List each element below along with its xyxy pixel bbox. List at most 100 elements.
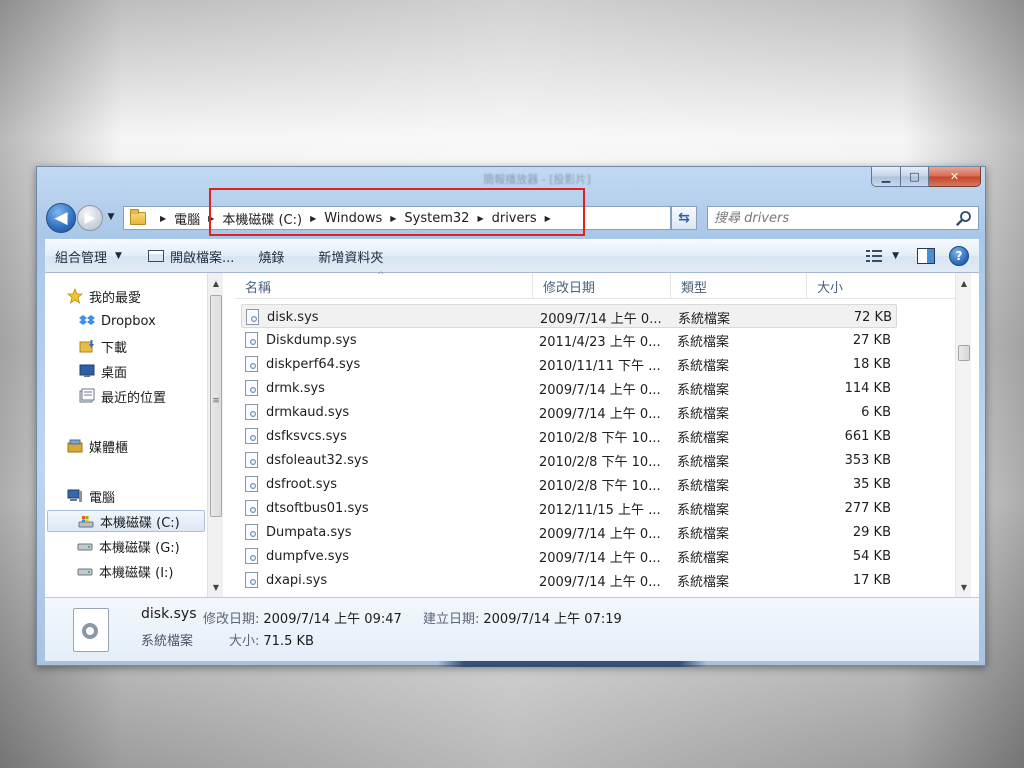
dropbox-icon: [79, 315, 95, 325]
scroll-up-icon[interactable]: ▲: [956, 275, 972, 291]
maximize-button[interactable]: □: [901, 167, 929, 187]
navigation-scrollbar[interactable]: ▲ ≡ ▼: [207, 273, 223, 597]
nav-item-favorites[interactable]: 我的最愛: [45, 285, 205, 307]
system-file-icon: [245, 428, 258, 444]
burn-button[interactable]: 燒錄: [248, 243, 294, 269]
file-row[interactable]: dsfksvcs.sys 2010/2/8 下午 10... 系統檔案 661 KB: [241, 424, 897, 448]
file-name: Dumpata.sys: [266, 524, 352, 540]
file-row[interactable]: drmkaud.sys 2009/7/14 上午 0... 系統檔案 6 KB: [241, 400, 897, 424]
nav-item-computer[interactable]: 電腦: [45, 485, 205, 507]
search-input[interactable]: [714, 210, 954, 226]
close-button[interactable]: ✕: [929, 167, 981, 187]
file-name: dtsoftbus01.sys: [266, 500, 369, 516]
file-row[interactable]: Dumpata.sys 2009/7/14 上午 0... 系統檔案 29 KB: [241, 520, 897, 544]
file-name-cell: Dumpata.sys: [245, 520, 535, 544]
system-file-icon: [245, 452, 258, 468]
organize-button[interactable]: 組合管理 ▼: [45, 243, 132, 269]
details-modified-label: 修改日期:: [203, 612, 260, 627]
file-name: Diskdump.sys: [266, 332, 357, 348]
explorer-window: 簡報播放器 - [投影片] ▁ □ ✕ ◀ ▶ ▼ ▶ 電腦 ▶ 本機磁碟 (C…: [36, 166, 986, 667]
window-bottom-glow: [437, 661, 707, 667]
system-file-icon: [73, 608, 109, 652]
column-header-type[interactable]: 類型: [671, 273, 807, 299]
file-name: dumpfve.sys: [266, 548, 350, 564]
open-file-button[interactable]: 開啟檔案...: [138, 243, 244, 269]
nav-item-recent-places[interactable]: 最近的位置: [45, 385, 205, 407]
navigation-scroll-thumb[interactable]: ≡: [210, 295, 222, 517]
search-box: [707, 206, 979, 230]
address-bar[interactable]: ▶ 電腦 ▶ 本機磁碟 (C:) ▶ Windows ▶ System32 ▶ …: [123, 206, 736, 230]
file-row[interactable]: disk.sys 2009/7/14 上午 0... 系統檔案 72 KB: [241, 304, 897, 328]
nav-item-desktop[interactable]: 桌面: [45, 360, 205, 382]
file-row[interactable]: dsfroot.sys 2010/2/8 下午 10... 系統檔案 35 KB: [241, 472, 897, 496]
file-row[interactable]: dumpfve.sys 2009/7/14 上午 0... 系統檔案 54 KB: [241, 544, 897, 568]
breadcrumb-separator-icon[interactable]: ▶: [310, 214, 316, 223]
file-name: diskperf64.sys: [266, 356, 361, 372]
nav-item-label: 電腦: [89, 490, 116, 506]
forward-button[interactable]: ▶: [77, 205, 103, 231]
breadcrumb-separator-icon[interactable]: ▶: [390, 214, 396, 223]
recent-pages-dropdown[interactable]: ▼: [105, 211, 117, 223]
nav-item-label: 我的最愛: [89, 290, 142, 306]
system-file-icon: [245, 476, 258, 492]
scroll-down-icon[interactable]: ▼: [208, 579, 224, 595]
system-drive-icon: [78, 516, 94, 528]
refresh-button[interactable]: ⇆: [671, 206, 697, 230]
recent-places-icon: [79, 388, 95, 403]
command-bar: 組合管理 ▼ 開啟檔案... 燒錄 新增資料夾 ▼ ?: [45, 239, 979, 273]
column-header-modified[interactable]: 修改日期: [533, 273, 671, 299]
details-created-label: 建立日期:: [423, 612, 480, 627]
column-header-label: 修改日期: [543, 280, 596, 296]
breadcrumb-separator-icon[interactable]: ▶: [160, 214, 166, 223]
breadcrumb-separator-icon[interactable]: ▶: [208, 214, 214, 223]
breadcrumb-windows[interactable]: Windows: [324, 211, 382, 226]
change-view-button[interactable]: ▼: [862, 243, 903, 269]
file-name-cell: diskperf64.sys: [245, 352, 535, 376]
file-type: 系統檔案: [677, 478, 730, 494]
column-header-label: 名稱: [245, 280, 272, 296]
chevron-down-icon: ▼: [115, 251, 122, 261]
search-icon[interactable]: [956, 210, 972, 226]
file-name-cell: dsfroot.sys: [245, 472, 535, 496]
preview-pane-icon[interactable]: [917, 248, 935, 264]
nav-item-label: Dropbox: [101, 313, 156, 329]
scroll-down-icon[interactable]: ▼: [956, 579, 972, 595]
nav-item-drive-i[interactable]: 本機磁碟 (I:): [45, 560, 205, 582]
file-size: 6 KB: [861, 404, 891, 420]
breadcrumb-separator-icon[interactable]: ▶: [545, 214, 551, 223]
scroll-up-icon[interactable]: ▲: [208, 275, 224, 291]
breadcrumb-system32[interactable]: System32: [404, 211, 469, 226]
back-button[interactable]: ◀: [46, 203, 76, 233]
nav-item-dropbox[interactable]: Dropbox: [45, 310, 205, 332]
file-size: 18 KB: [852, 356, 891, 372]
breadcrumb-separator-icon[interactable]: ▶: [477, 214, 483, 223]
file-name-cell: Diskdump.sys: [245, 328, 535, 352]
details-modified-value: 2009/7/14 上午 09:47: [263, 612, 402, 627]
help-icon[interactable]: ?: [949, 246, 969, 266]
breadcrumb-computer[interactable]: 電腦: [174, 209, 200, 228]
column-header-name[interactable]: 名稱 ^: [235, 271, 533, 299]
details-file-name: disk.sys: [141, 606, 197, 622]
nav-item-libraries[interactable]: 媒體櫃: [45, 435, 205, 457]
nav-item-label: 最近的位置: [101, 390, 167, 406]
nav-item-drive-g[interactable]: 本機磁碟 (G:): [45, 535, 205, 557]
file-name: drmkaud.sys: [266, 404, 350, 420]
file-type: 系統檔案: [677, 430, 730, 446]
file-row[interactable]: dxapi.sys 2009/7/14 上午 0... 系統檔案 17 KB: [241, 568, 897, 592]
file-row[interactable]: diskperf64.sys 2010/11/11 下午 ... 系統檔案 18 KB: [241, 352, 897, 376]
file-row[interactable]: Diskdump.sys 2011/4/23 上午 0... 系統檔案 27 KB: [241, 328, 897, 352]
file-list-scroll-thumb[interactable]: [958, 345, 970, 361]
nav-item-drive-c[interactable]: 本機磁碟 (C:): [47, 510, 205, 532]
file-size: 29 KB: [852, 524, 891, 540]
file-row[interactable]: drmk.sys 2009/7/14 上午 0... 系統檔案 114 KB: [241, 376, 897, 400]
breadcrumb-drive-c[interactable]: 本機磁碟 (C:): [222, 209, 302, 228]
breadcrumb-drivers[interactable]: drivers: [492, 211, 537, 226]
file-row[interactable]: dtsoftbus01.sys 2012/11/15 上午 ... 系統檔案 277 …: [241, 496, 897, 520]
new-folder-button[interactable]: 新增資料夾: [308, 243, 393, 269]
minimize-button[interactable]: ▁: [871, 167, 901, 187]
file-list-scrollbar[interactable]: ▲ ▼: [955, 273, 971, 597]
file-row[interactable]: dsfoleaut32.sys 2010/2/8 下午 10... 系統檔案 353 …: [241, 448, 897, 472]
nav-item-downloads[interactable]: 下載: [45, 335, 205, 357]
nav-item-label: 本機磁碟 (C:): [100, 515, 180, 531]
column-header-size[interactable]: 大小: [807, 273, 907, 299]
